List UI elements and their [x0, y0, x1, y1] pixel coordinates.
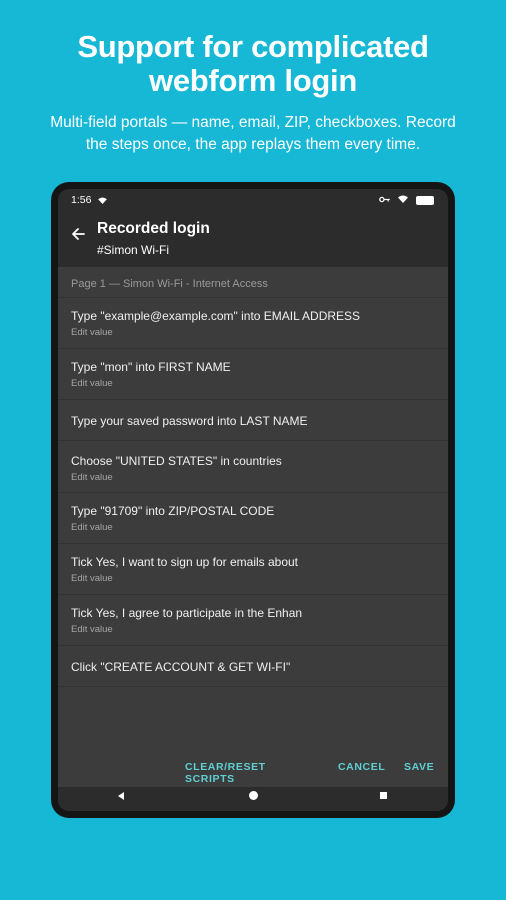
page-subtitle: #Simon Wi-Fi	[97, 243, 170, 257]
arrow-back-icon[interactable]	[71, 226, 85, 246]
status-icons	[379, 194, 434, 206]
nav-home-icon[interactable]	[249, 791, 258, 800]
edit-value-link[interactable]: Edit value	[71, 522, 113, 533]
save-button[interactable]: SAVE	[404, 761, 434, 773]
app-bar: Recorded login #Simon Wi-Fi	[58, 211, 448, 267]
step-label: Click "CREATE ACCOUNT & GET WI-FI"	[71, 660, 291, 674]
tablet-device: 1:56 Recorded login #Simon Wi-Fi Page 1 …	[51, 182, 455, 818]
step-label: Type "91709" into ZIP/POSTAL CODE	[71, 504, 275, 518]
list-item[interactable]: Click "CREATE ACCOUNT & GET WI-FI"	[58, 646, 448, 687]
action-bar: CLEAR/RESET SCRIPTS CANCEL SAVE	[58, 747, 448, 787]
step-label: Tick Yes, I agree to participate in the …	[71, 606, 303, 620]
edit-value-link[interactable]: Edit value	[71, 472, 113, 483]
page-title: Recorded login	[97, 220, 210, 237]
edit-value-link[interactable]: Edit value	[71, 327, 113, 338]
vpn-key-icon	[379, 194, 390, 206]
promo-subtitle-line1: Multi-field portals — name, email, ZIP, …	[50, 114, 456, 131]
promo-subtitle-line2: the steps once, the app replays them eve…	[85, 136, 421, 153]
nav-recents-icon[interactable]	[380, 792, 387, 799]
step-label: Tick Yes, I want to sign up for emails a…	[71, 555, 299, 569]
nav-back-icon[interactable]	[118, 792, 124, 800]
edit-value-link[interactable]: Edit value	[71, 378, 113, 389]
clear-reset-label-line2: SCRIPTS	[185, 773, 235, 785]
promo-headline: Support for complicated webform login	[0, 30, 506, 98]
clear-reset-scripts-button[interactable]: CLEAR/RESET SCRIPTS	[185, 761, 266, 785]
list-item[interactable]: Type "example@example.com" into EMAIL AD…	[58, 298, 448, 349]
system-nav-bar	[58, 787, 448, 811]
status-bar: 1:56	[58, 189, 448, 211]
step-label: Type "example@example.com" into EMAIL AD…	[71, 309, 361, 323]
status-time: 1:56	[71, 194, 92, 206]
battery-icon	[416, 195, 434, 205]
page-header: Page 1 — Simon Wi-Fi - Internet Access	[58, 267, 448, 298]
list-item[interactable]: Type "mon" into FIRST NAME Edit value	[58, 349, 448, 400]
wifi-icon	[398, 194, 408, 206]
promo-headline-line1: Support for complicated	[77, 29, 429, 64]
clear-reset-label-line1: CLEAR/RESET	[185, 761, 266, 773]
promo-headline-line2: webform login	[149, 63, 357, 98]
edit-value-link[interactable]: Edit value	[71, 624, 113, 635]
list-item[interactable]: Type your saved password into LAST NAME	[58, 400, 448, 441]
device-screen: 1:56 Recorded login #Simon Wi-Fi Page 1 …	[58, 189, 448, 811]
edit-value-link[interactable]: Edit value	[71, 573, 113, 584]
wifi-icon	[98, 195, 107, 207]
promo-subtitle: Multi-field portals — name, email, ZIP, …	[30, 112, 476, 156]
step-label: Choose "UNITED STATES" in countries	[71, 454, 282, 468]
step-label: Type your saved password into LAST NAME	[71, 414, 308, 428]
list-item[interactable]: Tick Yes, I agree to participate in the …	[58, 595, 448, 646]
cancel-button[interactable]: CANCEL	[338, 761, 385, 773]
list-item[interactable]: Tick Yes, I want to sign up for emails a…	[58, 544, 448, 595]
steps-list: Page 1 — Simon Wi-Fi - Internet Access T…	[58, 267, 448, 747]
list-item[interactable]: Choose "UNITED STATES" in countries Edit…	[58, 441, 448, 493]
list-item[interactable]: Type "91709" into ZIP/POSTAL CODE Edit v…	[58, 493, 448, 544]
step-label: Type "mon" into FIRST NAME	[71, 360, 231, 374]
